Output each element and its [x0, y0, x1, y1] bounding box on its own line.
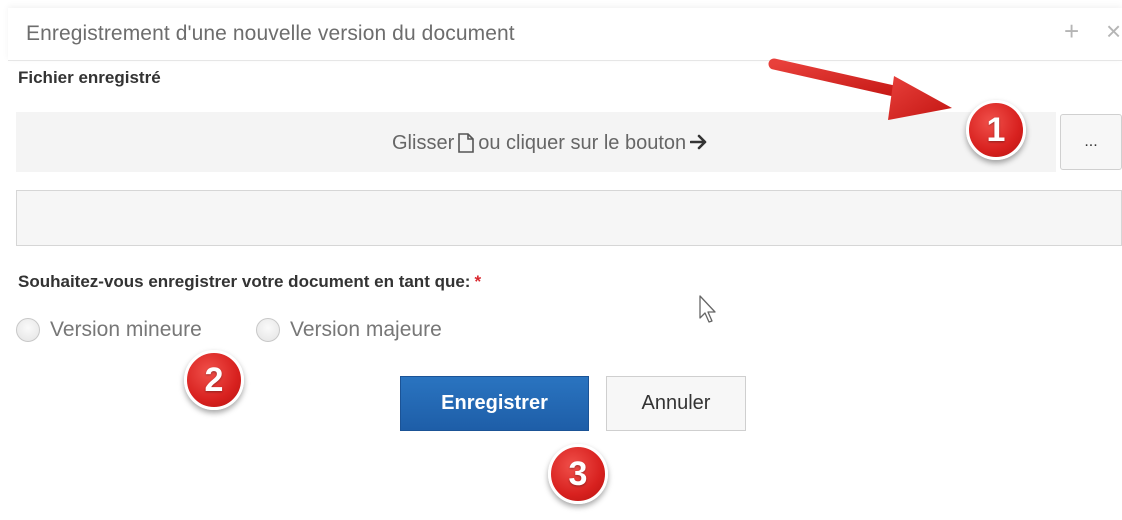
- step-2-badge: 2: [184, 350, 244, 410]
- step-3-badge: 3: [548, 444, 608, 504]
- mouse-cursor-icon: [699, 295, 716, 323]
- radio-label-minor: Version mineure: [50, 318, 202, 341]
- filename-field[interactable]: [16, 190, 1122, 246]
- save-button[interactable]: Enregistrer: [400, 376, 589, 431]
- dropzone-hint: Glisser ou cliquer sur le bouton: [392, 130, 708, 156]
- drop-text-before: Glisser: [392, 131, 455, 154]
- radio-button-major[interactable]: [256, 318, 280, 342]
- radio-option-major[interactable]: Version majeure: [256, 318, 442, 342]
- browse-button[interactable]: ...: [1060, 114, 1122, 170]
- file-icon: [458, 133, 475, 153]
- cancel-button[interactable]: Annuler: [606, 376, 746, 431]
- radio-button-minor[interactable]: [16, 318, 40, 342]
- step-1-badge: 1: [966, 100, 1026, 160]
- drop-text-after: ou cliquer sur le bouton: [478, 131, 687, 154]
- close-icon[interactable]: ×: [1106, 18, 1121, 44]
- required-marker: *: [474, 272, 482, 291]
- version-question-label: Souhaitez-vous enregistrer votre documen…: [18, 272, 481, 292]
- file-section-label: Fichier enregistré: [18, 68, 161, 87]
- radio-option-minor[interactable]: Version mineure: [16, 318, 202, 342]
- version-question-text: Souhaitez-vous enregistrer votre documen…: [18, 272, 471, 291]
- plus-icon[interactable]: +: [1064, 18, 1079, 44]
- dialog-title: Enregistrement d'une nouvelle version du…: [26, 22, 515, 45]
- arrow-right-icon: [689, 130, 708, 156]
- callout-arrow-icon: [768, 58, 952, 120]
- radio-label-major: Version majeure: [290, 318, 442, 341]
